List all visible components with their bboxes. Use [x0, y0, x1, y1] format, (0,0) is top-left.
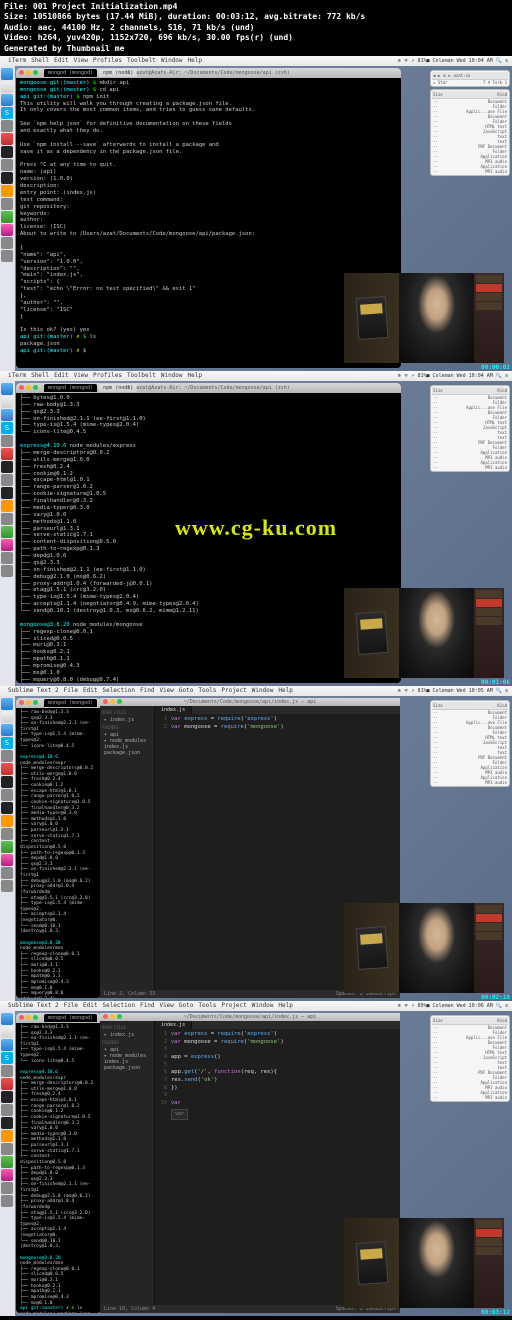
editor-sidebar[interactable]: OPEN FILES ▸ index.js FOLDERS ▾ api ▸ no… [100, 1021, 155, 1305]
webcam-overlay [344, 903, 504, 993]
iterm-icon[interactable] [1, 146, 13, 158]
terminal-tab[interactable]: mongod (mongod) [44, 69, 97, 77]
sublime-icon[interactable] [1, 185, 13, 197]
finder-windows[interactable]: ◀ ▶⊞ ≡azat-co ★ Star7 ∀ Fork 1 SizeKind-… [430, 70, 510, 178]
macos-menubar[interactable]: iTerm Shell Edit View Profiles Toolbelt … [0, 371, 512, 381]
editor-sidebar[interactable]: OPEN FILES ▸ index.js FOLDERS ▾ api ▸ no… [100, 706, 155, 990]
dock-app-icon[interactable] [1, 211, 13, 223]
dock-app-icon[interactable] [1, 133, 13, 145]
watermark: www.cg-ku.com [175, 515, 337, 541]
macos-menubar[interactable]: Sublime Text 2 File Edit Selection Find … [0, 686, 512, 696]
spotlight-icon[interactable]: 🔍 ≡ [496, 58, 508, 64]
macos-dock[interactable]: S [0, 381, 15, 686]
webcam-overlay [344, 588, 504, 678]
dock-app-icon[interactable] [1, 237, 13, 249]
thumbnail-frame-2: iTerm Shell Edit View Profiles Toolbelt … [0, 371, 512, 686]
macos-dock[interactable]: S [0, 1011, 15, 1316]
macos-menubar[interactable]: iTerm Shell Edit View Profiles Toolbelt … [0, 56, 512, 66]
window-title: ~/Documents/Code/mongoose/api/index.js —… [184, 699, 316, 705]
user-name[interactable]: Coleman [433, 58, 454, 64]
itunes-icon[interactable] [1, 224, 13, 236]
safari-icon[interactable] [1, 81, 13, 93]
window-title: 1. azat@Azats-Air: ~/Documents/Code/mong… [127, 70, 290, 76]
dock-app-icon[interactable] [1, 250, 13, 262]
minimize-icon[interactable] [26, 70, 31, 75]
macos-dock[interactable]: S [0, 696, 15, 1001]
mail-icon[interactable] [1, 94, 13, 106]
skype-icon[interactable]: S [1, 107, 13, 119]
terminal-output[interactable]: ├── raw-body@1.3.3├── qs@2.3.3├── on-fin… [16, 1023, 101, 1313]
macos-menubar[interactable]: Sublime Text 2 File Edit Selection Find … [0, 1001, 512, 1011]
timecode: 00:01:06 [481, 679, 510, 686]
webcam-overlay [344, 273, 504, 363]
finder-windows[interactable]: SizeKind--Document--Folder--Applic...ave… [430, 385, 510, 474]
close-icon[interactable] [19, 70, 24, 75]
dock-app-icon[interactable] [1, 120, 13, 132]
finder-icon[interactable] [1, 68, 13, 80]
file-info-header: File: 001 Project Initialization.mp4 Siz… [0, 0, 512, 56]
dock-app-icon[interactable] [1, 159, 13, 171]
macos-dock[interactable]: S [0, 66, 15, 371]
thumbnail-frame-3: Sublime Text 2 File Edit Selection Find … [0, 686, 512, 1001]
webcam-overlay [344, 1218, 504, 1308]
clock[interactable]: Wed 10:04 AM [457, 58, 493, 64]
zoom-icon[interactable] [33, 70, 38, 75]
terminal-output[interactable]: ├── raw-body@1.3.3├── qs@2.3.3├── on-fin… [16, 708, 101, 998]
thumbnail-frame-4: Sublime Text 2 File Edit Selection Find … [0, 1001, 512, 1316]
iterm-window-narrow[interactable]: mongod (mongod) ├── raw-body@1.3.3├── qs… [16, 698, 101, 998]
wifi-icon[interactable]: ⊚ ᯤ ⚡ 81%■ [398, 58, 430, 64]
menu-app[interactable]: iTerm [8, 57, 26, 64]
timecode: 00:02:10 [481, 994, 510, 1001]
timecode: 00:00:02 [481, 364, 510, 371]
dock-app-icon[interactable] [1, 172, 13, 184]
thumbnail-frame-1: iTerm Shell Edit View Profiles Toolbelt … [0, 56, 512, 371]
editor-tab[interactable]: index.js [155, 706, 192, 714]
dock-app-icon[interactable] [1, 198, 13, 210]
iterm-window-narrow[interactable]: mongod (mongod) ├── raw-body@1.3.3├── qs… [16, 1013, 101, 1313]
timecode: 00:03:12 [481, 1309, 510, 1316]
